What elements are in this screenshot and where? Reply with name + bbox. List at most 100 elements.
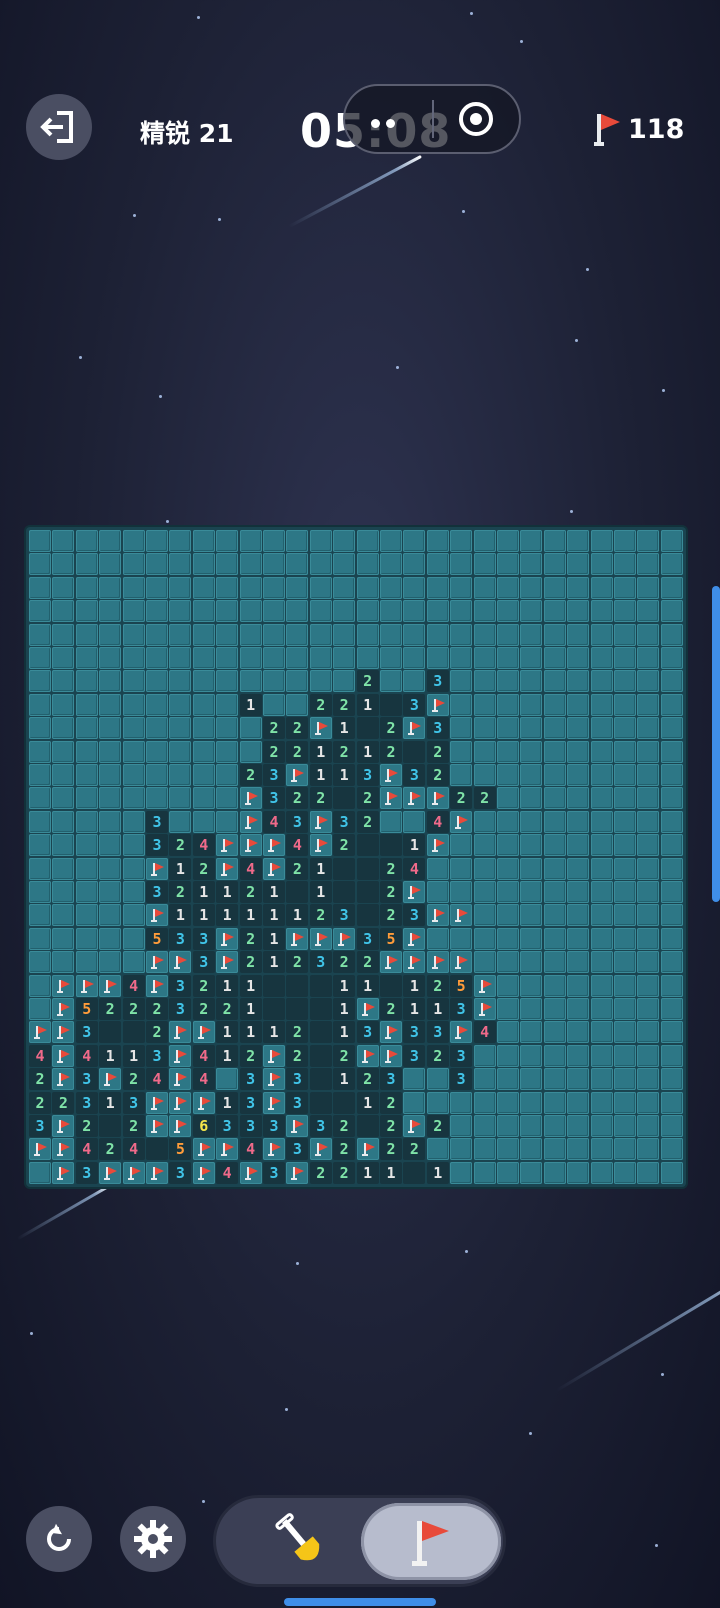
cell-covered[interactable] xyxy=(660,1138,683,1161)
cell-covered[interactable] xyxy=(520,1021,543,1044)
cell-covered[interactable] xyxy=(473,553,496,576)
cell-covered[interactable] xyxy=(426,530,449,552)
cell-covered[interactable] xyxy=(543,810,566,833)
cell-covered[interactable] xyxy=(52,834,75,857)
dig-mode-button[interactable] xyxy=(256,1508,346,1574)
cell-covered[interactable] xyxy=(380,810,402,833)
cell-flagged[interactable] xyxy=(239,834,262,857)
cell-number[interactable]: 2 xyxy=(286,857,309,880)
cell-covered[interactable] xyxy=(590,670,613,693)
cell-flagged[interactable] xyxy=(380,764,402,786)
cell-covered[interactable] xyxy=(52,787,75,810)
cell-number[interactable]: 2 xyxy=(380,740,402,763)
cell-covered[interactable] xyxy=(520,576,543,599)
cell-covered[interactable] xyxy=(660,1021,683,1044)
cell-covered[interactable] xyxy=(473,576,496,599)
cell-covered[interactable] xyxy=(192,576,215,599)
cell-covered[interactable] xyxy=(403,623,426,646)
cell-covered[interactable] xyxy=(52,810,75,833)
cell-number[interactable]: 5 xyxy=(450,974,473,997)
cell-covered[interactable] xyxy=(309,647,332,669)
cell-flagged[interactable] xyxy=(309,927,332,950)
cell-covered[interactable] xyxy=(286,600,309,623)
cell-covered[interactable] xyxy=(192,623,215,646)
cell-covered[interactable] xyxy=(333,530,356,552)
cell-covered[interactable] xyxy=(192,740,215,763)
cell-covered[interactable] xyxy=(239,717,262,740)
cell-covered[interactable] xyxy=(614,647,636,669)
cell-number[interactable]: 2 xyxy=(426,974,449,997)
cell-number[interactable]: 2 xyxy=(286,951,309,974)
cell-number[interactable]: 1 xyxy=(403,834,426,857)
cell-covered[interactable] xyxy=(660,600,683,623)
cell-number[interactable]: 2 xyxy=(146,1021,168,1044)
cell-number[interactable]: 4 xyxy=(473,1021,496,1044)
cell-number[interactable]: 3 xyxy=(75,1068,98,1091)
cell-covered[interactable] xyxy=(146,623,168,646)
cell-covered[interactable] xyxy=(403,600,426,623)
cell-number[interactable]: 1 xyxy=(239,904,262,927)
cell-covered[interactable] xyxy=(543,974,566,997)
cell-covered[interactable] xyxy=(660,623,683,646)
cell-covered[interactable] xyxy=(216,647,239,669)
cell-number[interactable]: 3 xyxy=(75,1091,98,1114)
cell-covered[interactable] xyxy=(216,717,239,740)
cell-covered[interactable] xyxy=(192,810,215,833)
cell-number[interactable]: 1 xyxy=(192,881,215,903)
cell-covered[interactable] xyxy=(520,600,543,623)
cell-covered[interactable] xyxy=(614,553,636,576)
cell-flagged[interactable] xyxy=(380,787,402,810)
cell-covered[interactable] xyxy=(99,647,122,669)
cell-covered[interactable] xyxy=(146,600,168,623)
cell-flagged[interactable] xyxy=(473,998,496,1020)
cell-covered[interactable] xyxy=(169,530,192,552)
cell-opened[interactable] xyxy=(403,1161,426,1184)
cell-number[interactable]: 2 xyxy=(309,787,332,810)
cell-covered[interactable] xyxy=(169,693,192,716)
cell-opened[interactable] xyxy=(309,1044,332,1067)
cell-number[interactable]: 1 xyxy=(309,857,332,880)
cell-covered[interactable] xyxy=(567,1138,590,1161)
cell-flagged[interactable] xyxy=(309,717,332,740)
cell-number[interactable]: 2 xyxy=(239,764,262,786)
cell-flagged[interactable] xyxy=(286,1115,309,1137)
cell-covered[interactable] xyxy=(590,530,613,552)
cell-flagged[interactable] xyxy=(239,1161,262,1184)
cell-covered[interactable] xyxy=(263,670,285,693)
cell-flagged[interactable] xyxy=(239,810,262,833)
record-icon[interactable] xyxy=(459,102,493,136)
cell-number[interactable]: 1 xyxy=(356,974,379,997)
cell-covered[interactable] xyxy=(52,951,75,974)
cell-covered[interactable] xyxy=(543,600,566,623)
cell-covered[interactable] xyxy=(309,576,332,599)
cell-covered[interactable] xyxy=(99,881,122,903)
cell-covered[interactable] xyxy=(192,553,215,576)
cell-covered[interactable] xyxy=(543,717,566,740)
cell-number[interactable]: 3 xyxy=(216,1115,239,1137)
cell-covered[interactable] xyxy=(520,1044,543,1067)
cell-number[interactable]: 4 xyxy=(146,1068,168,1091)
cell-number[interactable]: 2 xyxy=(286,1044,309,1067)
cell-number[interactable]: 2 xyxy=(192,974,215,997)
cell-number[interactable]: 1 xyxy=(239,998,262,1020)
cell-covered[interactable] xyxy=(169,553,192,576)
cell-covered[interactable] xyxy=(567,904,590,927)
cell-covered[interactable] xyxy=(590,904,613,927)
cell-covered[interactable] xyxy=(426,857,449,880)
cell-flagged[interactable] xyxy=(286,1161,309,1184)
cell-covered[interactable] xyxy=(637,717,660,740)
cell-flagged[interactable] xyxy=(450,904,473,927)
cell-number[interactable]: 4 xyxy=(286,834,309,857)
cell-covered[interactable] xyxy=(614,834,636,857)
cell-flagged[interactable] xyxy=(146,1161,168,1184)
cell-covered[interactable] xyxy=(660,1044,683,1067)
cell-covered[interactable] xyxy=(146,553,168,576)
cell-covered[interactable] xyxy=(286,693,309,716)
cell-number[interactable]: 1 xyxy=(333,1021,356,1044)
cell-flagged[interactable] xyxy=(380,1021,402,1044)
cell-covered[interactable] xyxy=(192,530,215,552)
cell-covered[interactable] xyxy=(450,576,473,599)
cell-covered[interactable] xyxy=(450,717,473,740)
cell-covered[interactable] xyxy=(567,530,590,552)
cell-covered[interactable] xyxy=(473,600,496,623)
